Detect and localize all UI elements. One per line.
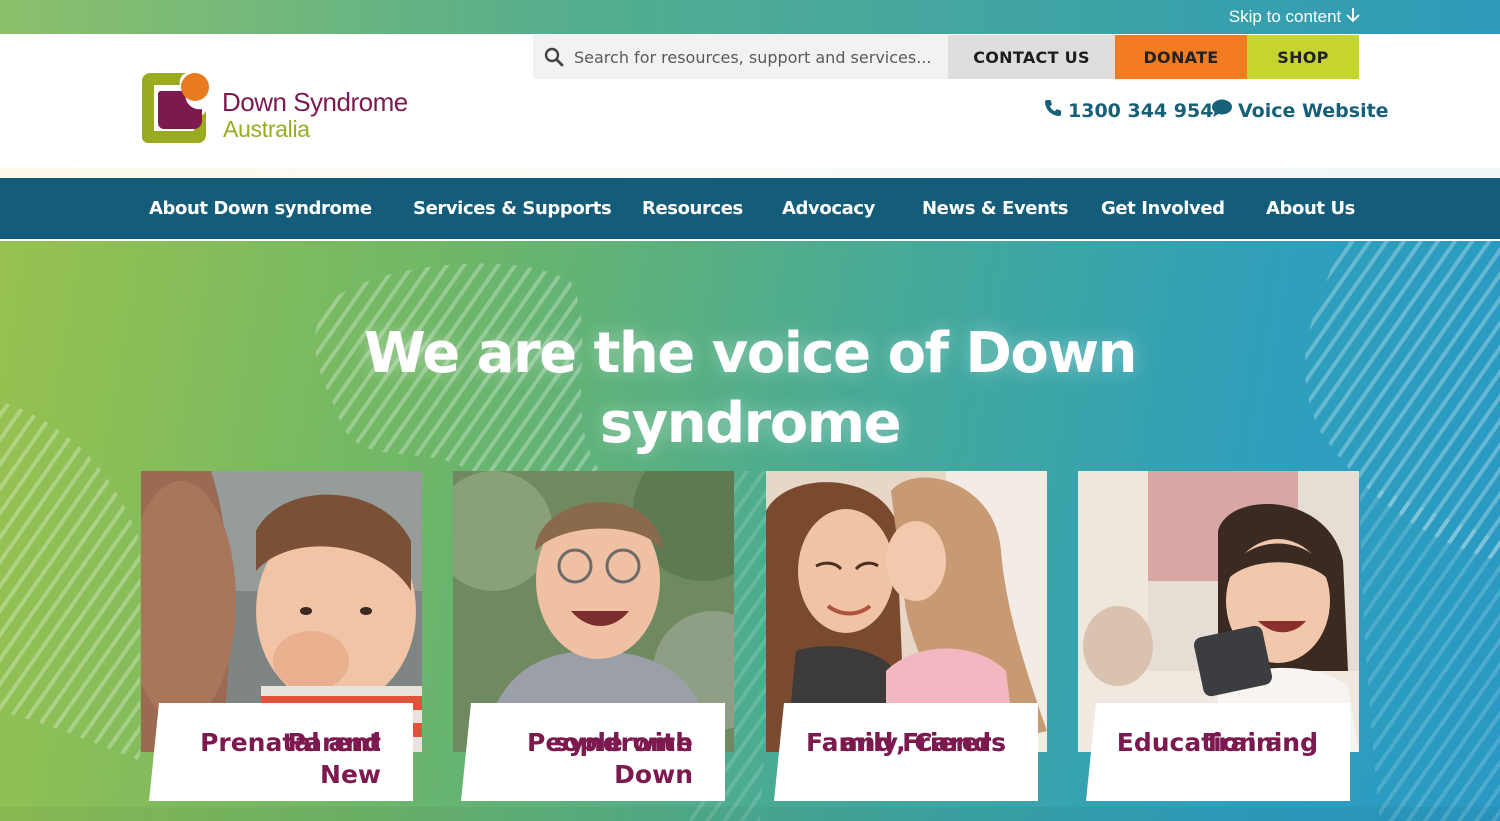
nav-item-advocacy[interactable]: Advocacy [782,198,875,219]
donate-button[interactable]: DONATE [1115,35,1247,79]
card-family-carers-friends[interactable]: Family, Carers and Friends [766,471,1047,801]
nav-item-about-down-syndrome[interactable]: About Down syndrome [149,198,372,219]
phone-link[interactable]: 1300 344 954 [1043,98,1213,123]
card-label-line2: syndrome [553,728,693,757]
voice-website-link[interactable]: Voice Website [1211,98,1389,123]
logo-text-primary: Down Syndrome [222,87,408,117]
card-label: Family, Carers and Friends [774,703,1038,801]
card-people-with-down-syndrome[interactable]: People with Down syndrome [453,471,734,801]
skip-to-content-link[interactable]: Skip to content [1229,7,1360,28]
hero-bottom-band [0,807,1500,821]
main-navigation: About Down syndrome Services & Supports … [0,178,1500,241]
card-prenatal-new-parent[interactable]: Prenatal and New Parent [141,471,422,801]
header-fade [0,168,1500,178]
hero-title: We are the voice of Down syndrome [300,319,1200,459]
chat-bubble-icon [1211,98,1238,123]
search-input[interactable] [574,47,944,67]
hero-title-line2: syndrome [599,391,902,456]
contact-us-button[interactable]: CONTACT US [948,35,1115,79]
card-label-line2: Parent [287,728,381,757]
card-label: People with Down syndrome [461,703,725,801]
card-education-training[interactable]: Education and Training [1078,471,1359,801]
phone-icon [1043,98,1068,123]
card-label-line2: Training [1203,728,1318,757]
card-label: Prenatal and New Parent [149,703,413,801]
nav-item-news-events[interactable]: News & Events [922,198,1068,219]
site-logo[interactable]: Down Syndrome Australia [140,69,410,149]
shop-button[interactable]: SHOP [1247,35,1359,79]
nav-item-services-supports[interactable]: Services & Supports [413,198,612,219]
skip-link-label: Skip to content [1228,7,1342,26]
nav-item-resources[interactable]: Resources [642,198,743,219]
card-label-line2: and Friends [840,728,1006,757]
nav-item-get-involved[interactable]: Get Involved [1101,198,1225,219]
voice-website-label: Voice Website [1238,99,1389,122]
hero-section: We are the voice of Down syndrome Prenat… [0,241,1500,821]
phone-number: 1300 344 954 [1068,99,1214,122]
search-icon[interactable] [544,47,564,67]
hero-title-line1: We are the voice of Down [364,321,1137,386]
top-strip: Skip to content [0,0,1500,34]
arrow-down-icon [1346,7,1360,28]
nav-item-about-us[interactable]: About Us [1266,198,1355,219]
logo-mark-icon [140,69,212,145]
search-bar [533,35,948,79]
card-label: Education and Training [1086,703,1350,801]
logo-text-secondary: Australia [223,116,310,142]
